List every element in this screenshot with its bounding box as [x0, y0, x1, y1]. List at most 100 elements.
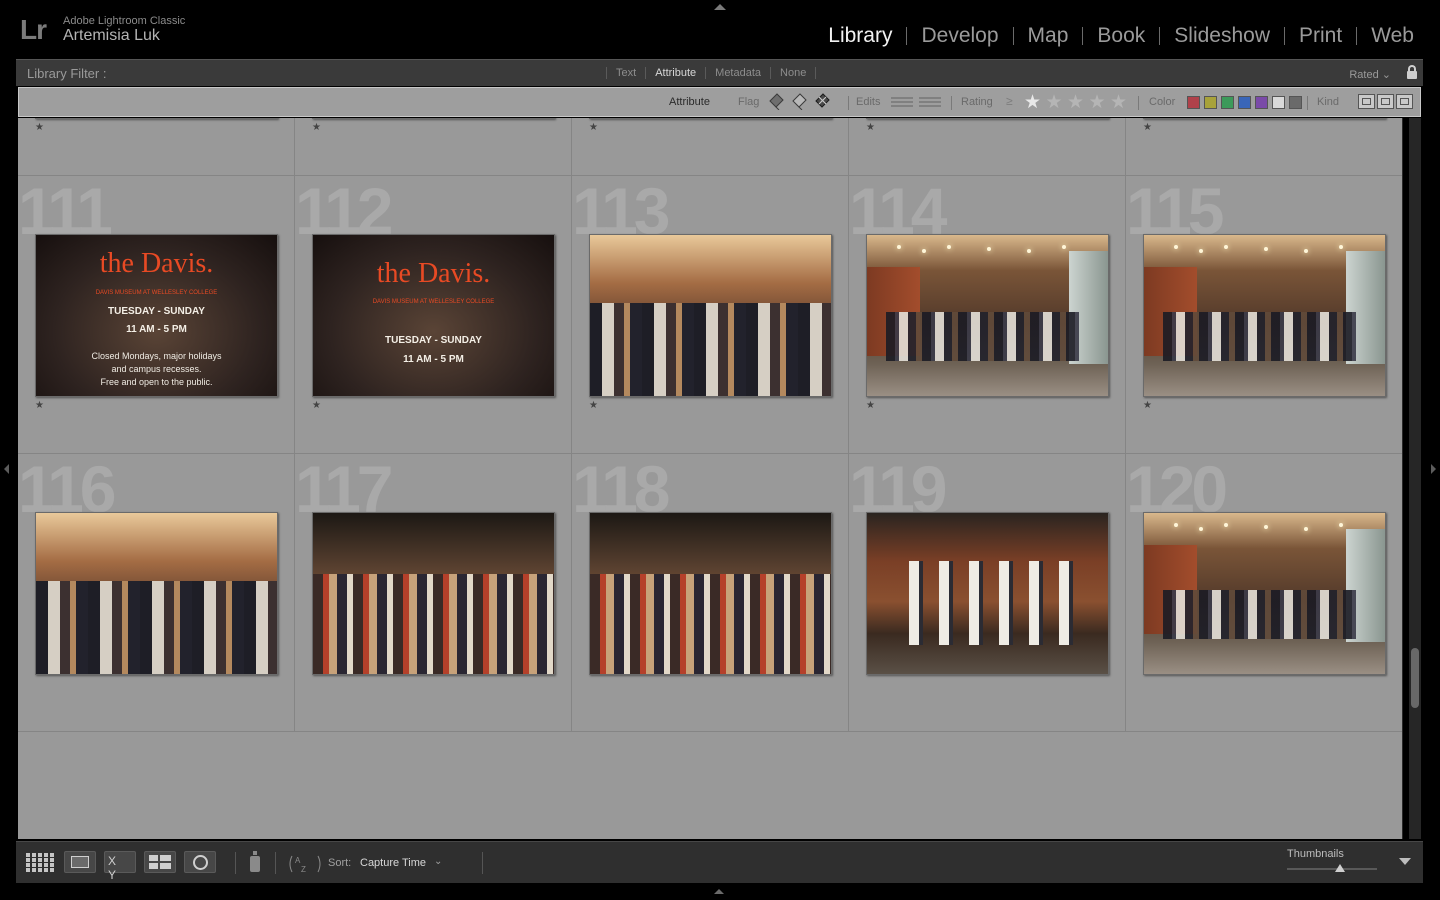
grid-cell[interactable]: 120 [1126, 454, 1402, 732]
grid-cell[interactable]: 117 [295, 454, 572, 732]
star-icon[interactable]: ★ [1024, 91, 1041, 114]
module-develop[interactable]: Develop [907, 24, 1012, 48]
filter-preset-select[interactable]: Rated ⌄ [1349, 68, 1391, 81]
grid-cell[interactable]: ★ [295, 118, 572, 176]
face-icon [193, 855, 208, 870]
ceiling-light [1224, 245, 1228, 249]
filter-preset-value: Rated [1349, 69, 1379, 81]
chevron-down-icon: ⌄ [1381, 69, 1391, 81]
photo-thumbnail[interactable] [866, 234, 1109, 397]
lightroom-window: Lr Adobe Lightroom Classic Artemisia Luk… [0, 0, 1440, 900]
sort-select[interactable]: Capture Time [360, 857, 426, 869]
module-book[interactable]: Book [1083, 24, 1159, 48]
grid-scrollbar[interactable] [1409, 118, 1421, 839]
module-library[interactable]: Library [814, 24, 906, 48]
rating-star-icon: ★ [589, 122, 598, 133]
edited-icon[interactable] [891, 95, 913, 110]
color-swatch[interactable] [1238, 96, 1251, 109]
app-name: Adobe Lightroom Classic [63, 15, 186, 27]
module-picker: Library Develop Map Book Slideshow Print Web [814, 24, 1428, 48]
slider-knob[interactable] [1335, 864, 1345, 872]
kind-virtual-copy-icon[interactable] [1377, 94, 1394, 109]
left-panel-toggle-icon[interactable] [4, 464, 9, 474]
photo-thumbnail[interactable] [589, 512, 832, 675]
sort-label: Sort: [328, 857, 352, 869]
filter-tab-metadata[interactable]: Metadata [706, 67, 770, 79]
toolbar-menu-icon[interactable] [1399, 858, 1411, 865]
color-swatch[interactable] [1272, 96, 1285, 109]
tab-divider [815, 67, 817, 79]
lock-icon[interactable] [1407, 65, 1417, 79]
ceiling-light [1174, 245, 1178, 249]
filter-tab-attribute[interactable]: Attribute [646, 67, 705, 79]
sort-az-icon[interactable]: AZ [288, 854, 322, 874]
photo-thumbnail[interactable] [866, 512, 1109, 675]
grid-cell[interactable]: ★ [18, 118, 295, 176]
scrollbar-thumb[interactable] [1411, 648, 1419, 708]
photo-thumbnail[interactable] [35, 512, 278, 675]
grid-cell[interactable]: 116 [18, 454, 295, 732]
bottom-panel-toggle-icon[interactable] [714, 889, 724, 894]
grid-cell[interactable]: 115 ★ [1126, 176, 1402, 454]
thumbnail-size-slider[interactable] [1287, 864, 1377, 872]
sign-title: the Davis. [376, 257, 491, 289]
color-swatch[interactable] [1187, 96, 1200, 109]
grid-cell[interactable]: ★ [572, 118, 849, 176]
attribute-filter-bar: Attribute Flag Edits Rating ≥ ★ ★ ★ ★ ★ Colo… [18, 87, 1421, 117]
color-swatch[interactable] [1204, 96, 1217, 109]
compare-view-button[interactable]: X Y [104, 851, 136, 882]
grid-cell[interactable]: ★ [1126, 118, 1402, 176]
photo-thumbnail[interactable] [312, 512, 555, 675]
star-icon[interactable]: ★ [1067, 91, 1084, 114]
loupe-view-button[interactable] [64, 851, 96, 873]
chevron-updown-icon[interactable]: ⌄ [434, 856, 442, 867]
grid-cell[interactable]: 118 [572, 454, 849, 732]
photo-thumbnail[interactable] [1143, 234, 1386, 397]
ceiling-light [1304, 527, 1308, 531]
flag-rejected-icon[interactable] [813, 91, 832, 110]
rating-operator[interactable]: ≥ [1006, 94, 1013, 108]
color-swatch[interactable] [1255, 96, 1268, 109]
filter-tab-text[interactable]: Text [607, 67, 645, 79]
star-icon[interactable]: ★ [1089, 91, 1106, 114]
grid-cell[interactable]: 112 the Davis. DAVIS MUSEUM AT WELLESLEY C… [295, 176, 572, 454]
unedited-icon[interactable] [919, 95, 941, 110]
photo-thumbnail[interactable] [312, 118, 555, 119]
kind-video-icon[interactable] [1396, 94, 1413, 109]
kind-master-icon[interactable] [1358, 94, 1375, 109]
people-view-button[interactable] [184, 851, 216, 873]
color-swatch[interactable] [1221, 96, 1234, 109]
grid-cell[interactable]: 113 ★ [572, 176, 849, 454]
flag-picked-icon[interactable] [767, 91, 786, 110]
module-web[interactable]: Web [1357, 24, 1428, 48]
grid-cell[interactable]: ★ [849, 118, 1126, 176]
photo-thumbnail[interactable] [589, 234, 832, 397]
star-icon[interactable]: ★ [1046, 91, 1063, 114]
photo-thumbnail[interactable]: the Davis. DAVIS MUSEUM AT WELLESLEY COLL… [35, 234, 278, 397]
photo-thumbnail[interactable]: the Davis. DAVIS MUSEUM AT WELLESLEY COLL… [312, 234, 555, 397]
flag-unflagged-icon[interactable] [790, 91, 809, 110]
module-print[interactable]: Print [1285, 24, 1356, 48]
module-map[interactable]: Map [1014, 24, 1083, 48]
photo-thumbnail[interactable] [589, 118, 832, 119]
photo-thumbnail[interactable] [1143, 118, 1386, 119]
grid-view-button[interactable] [24, 851, 56, 873]
photo-thumbnail[interactable] [866, 118, 1109, 119]
color-swatch[interactable] [1289, 96, 1302, 109]
ceiling-light [1339, 245, 1343, 249]
photo-thumbnail[interactable] [35, 118, 278, 119]
survey-view-button[interactable] [144, 851, 176, 873]
star-icon[interactable]: ★ [1110, 91, 1127, 114]
right-panel-toggle-icon[interactable] [1431, 464, 1436, 474]
painter-spray-can-icon[interactable] [250, 851, 260, 873]
ceiling-light [1339, 523, 1343, 527]
filter-tab-none[interactable]: None [771, 67, 815, 79]
top-panel-toggle-icon[interactable] [714, 4, 726, 10]
grid-cell[interactable]: 119 [849, 454, 1126, 732]
module-slideshow[interactable]: Slideshow [1160, 24, 1284, 48]
photo-thumbnail[interactable] [1143, 512, 1386, 675]
performers-shape [900, 561, 1084, 646]
library-filter-bar: Library Filter : Text Attribute Metadata No… [16, 59, 1423, 86]
grid-cell[interactable]: 114 ★ [849, 176, 1126, 454]
grid-cell[interactable]: 111 the Davis. DAVIS MUSEUM AT WELLESLEY C… [18, 176, 295, 454]
